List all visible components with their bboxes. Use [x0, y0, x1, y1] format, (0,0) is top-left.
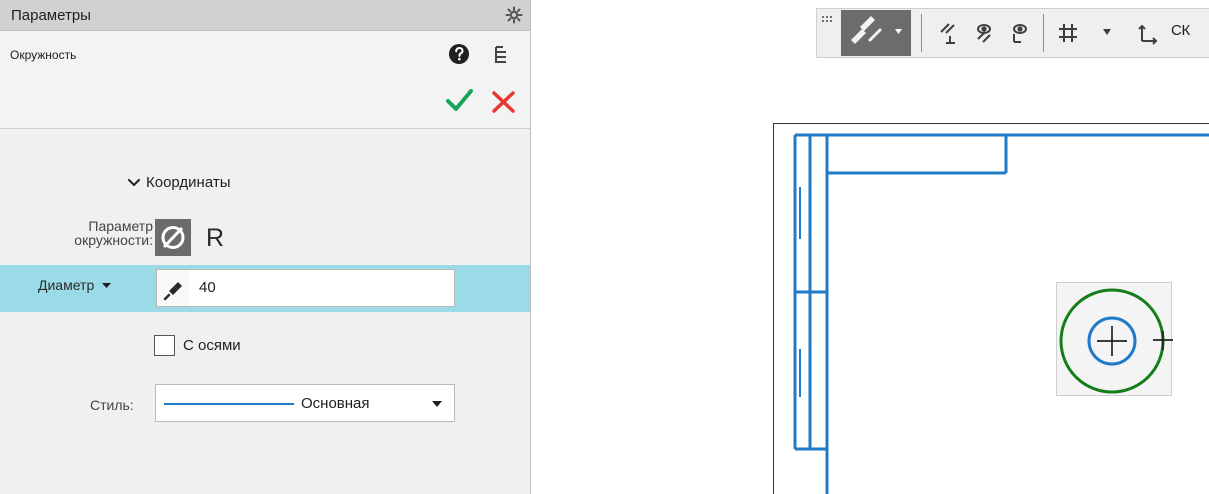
chevron-down-icon: [432, 401, 442, 407]
visibility-icon[interactable]: [1007, 21, 1031, 45]
style-value: Основная: [301, 395, 370, 412]
app-root: Параметры Окружность Координаты Параметр…: [0, 0, 1209, 494]
help-icon[interactable]: [448, 43, 470, 65]
chevron-down-icon[interactable]: [1102, 28, 1112, 36]
style-select[interactable]: Основная: [155, 384, 455, 422]
snap-tool-button[interactable]: [841, 10, 911, 56]
coordinates-section-toggle[interactable]: Координаты: [128, 174, 231, 191]
chevron-down-icon: [102, 282, 112, 288]
diameter-input[interactable]: 40: [189, 269, 455, 307]
diameter-mode-label: Диаметр: [38, 277, 95, 293]
section-title: Координаты: [146, 174, 231, 191]
toolbar-separator: [921, 14, 922, 52]
visibility-icon[interactable]: [972, 21, 996, 45]
line-style-preview: [164, 403, 294, 405]
drawing-toolbar: СК: [816, 8, 1209, 58]
panel-header: Параметры: [0, 0, 530, 31]
drawing-sheet[interactable]: [773, 123, 1209, 494]
circle-parameter-label: Параметр окружности:: [74, 218, 153, 248]
radius-option-button[interactable]: R: [201, 224, 229, 252]
axes-checkbox-label[interactable]: С осями: [183, 337, 241, 354]
pin-icon: [163, 282, 182, 301]
checkmark-icon[interactable]: [446, 88, 473, 113]
diameter-row: Диаметр 40: [0, 265, 530, 312]
object-header: Окружность: [0, 31, 530, 129]
coordinate-system-label[interactable]: СК: [1171, 22, 1190, 39]
grid-icon[interactable]: [1056, 21, 1080, 45]
circle-preview: [1059, 288, 1173, 394]
diameter-icon: [161, 226, 185, 249]
style-label: Стиль:: [90, 397, 134, 413]
parallel-constraint-icon[interactable]: [937, 21, 961, 45]
circle-preview-box: [1056, 282, 1173, 396]
toolbar-grip-icon[interactable]: [822, 16, 835, 23]
parameters-panel: Параметры Окружность Координаты Параметр…: [0, 0, 531, 494]
diameter-mode-dropdown[interactable]: Диаметр: [38, 277, 112, 293]
diameter-option-button[interactable]: [155, 219, 191, 256]
axes-checkbox[interactable]: [154, 335, 175, 356]
coordinate-system-icon[interactable]: [1136, 21, 1160, 45]
chevron-down-icon: [128, 178, 140, 186]
gear-icon[interactable]: [505, 6, 523, 24]
pin-button[interactable]: [156, 269, 190, 307]
toolbar-separator: [1043, 14, 1044, 52]
tree-icon[interactable]: [493, 46, 509, 64]
snap-icon: [851, 16, 902, 44]
panel-title: Параметры: [11, 7, 91, 24]
object-name: Окружность: [10, 48, 77, 62]
close-icon[interactable]: [491, 90, 516, 114]
